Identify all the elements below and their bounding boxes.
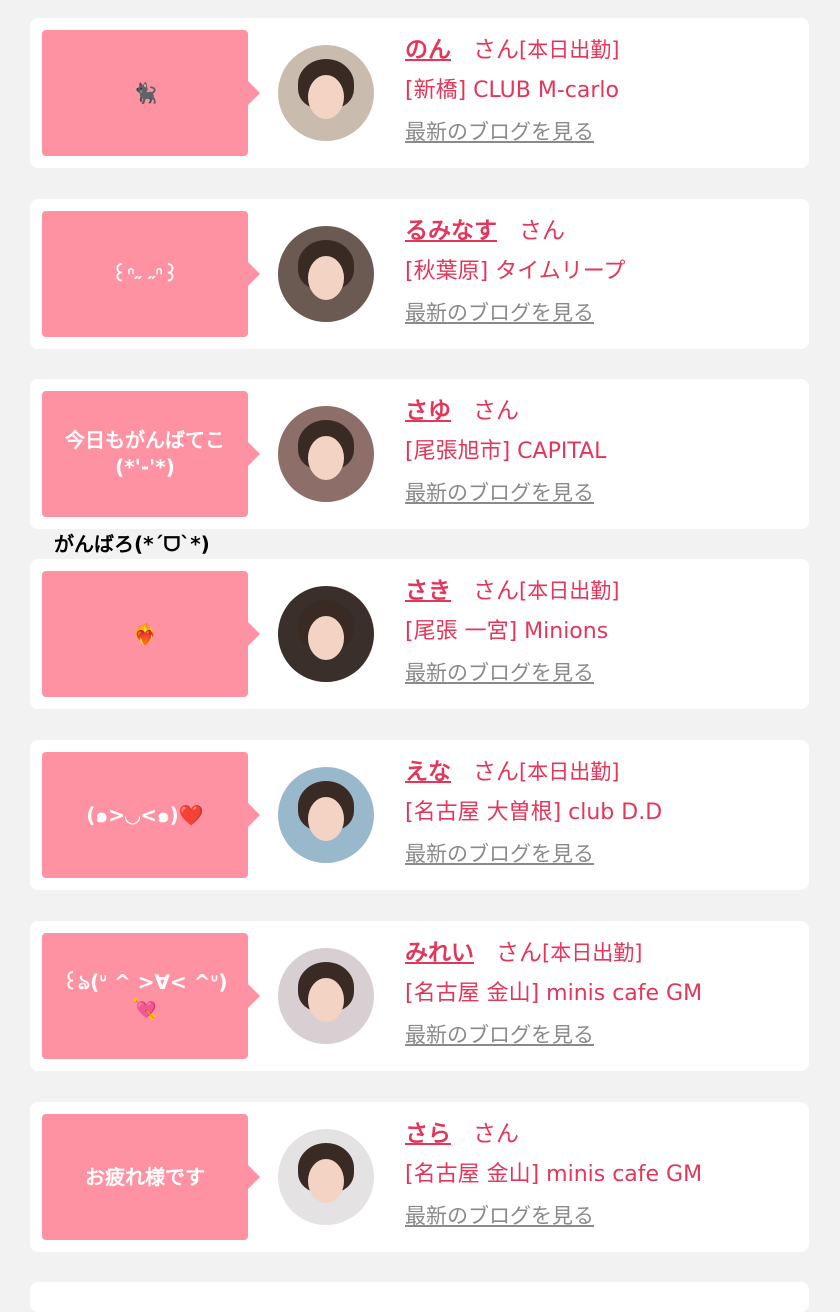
cast-card[interactable]: (๑>◡<๑)❤️ えな さん [本日出勤] [名古屋 大曽根] club D.… [30,740,809,890]
message-bubble: 🐈‍⬛ [42,30,260,156]
avatar[interactable] [278,948,374,1044]
cast-info: るみなす さん [秋葉原] タイムリープ 最新のブログを見る [405,211,805,327]
cast-info: えな さん [本日出勤] [名古屋 大曽根] club D.D 最新のブログを見… [405,752,805,868]
name-line: さゆ さん [405,391,805,427]
cast-name-link[interactable]: るみなす [405,211,497,245]
avatar-face [308,75,344,119]
name-line: えな さん [本日出勤] [405,752,805,788]
cast-name-link[interactable]: さら [405,1114,451,1148]
avatar-face [308,978,344,1022]
latest-blog-link[interactable]: 最新のブログを見る [405,1019,594,1049]
avatar-face [308,256,344,300]
cast-name-link[interactable]: のん [405,30,451,64]
shop-label[interactable]: [秋葉原] タイムリープ [405,253,805,287]
latest-blog-link[interactable]: 最新のブログを見る [405,477,594,507]
latest-blog-link[interactable]: 最新のブログを見る [405,116,594,146]
cast-info: さら さん [名古屋 金山] minis cafe GM 最新のブログを見る [405,1114,805,1230]
shop-label[interactable]: [新橋] CLUB M-carlo [405,72,805,106]
message-bubble: ꒰ঌ(ᐡ ^ >∀< ^ᐡ) 💘 [42,933,260,1059]
honorific-label: さん [496,940,542,966]
name-line: さら さん [405,1114,805,1150]
overflow-message-text: がんばろ(*´ᗜ`*) [54,532,210,556]
avatar-face [308,1159,344,1203]
latest-blog-link[interactable]: 最新のブログを見る [405,297,594,327]
work-status-label: [本日出勤] [542,941,643,965]
cast-card[interactable]: ꒰ঌ(ᐡ ^ >∀< ^ᐡ) 💘 みれい さん [本日出勤] [名古屋 金山] … [30,921,809,1071]
cast-card[interactable]: 今日もがんばてこ (*'-'*) さゆ さん [尾張旭市] CAPITAL 最新… [30,379,809,529]
avatar[interactable] [278,226,374,322]
avatar-face [308,616,344,660]
cast-info: さき さん [本日出勤] [尾張 一宮] Minions 最新のブログを見る [405,571,805,687]
honorific-label: さん [473,398,519,424]
shop-label[interactable]: [尾張 一宮] Minions [405,613,805,647]
cast-name-link[interactable]: さき [405,571,451,605]
shop-label[interactable]: [名古屋 大曽根] club D.D [405,794,805,828]
cast-name-link[interactable]: さゆ [405,391,451,425]
avatar[interactable] [278,1129,374,1225]
latest-blog-link[interactable]: 最新のブログを見る [405,657,594,687]
name-line: のん さん [本日出勤] [405,30,805,66]
cast-info: さゆ さん [尾張旭市] CAPITAL 最新のブログを見る [405,391,805,507]
message-bubble: (๑>◡<๑)❤️ [42,752,260,878]
cast-card[interactable]: ❤️‍🔥 さき さん [本日出勤] [尾張 一宮] Minions 最新のブログ… [30,559,809,709]
avatar[interactable] [278,406,374,502]
cast-name-link[interactable]: えな [405,752,451,786]
shop-label[interactable]: [名古屋 金山] minis cafe GM [405,975,805,1009]
name-line: さき さん [本日出勤] [405,571,805,607]
work-status-label: [本日出勤] [519,579,620,603]
cast-card[interactable]: お疲れ様です さら さん [名古屋 金山] minis cafe GM 最新のブ… [30,1102,809,1252]
shop-label[interactable]: [尾張旭市] CAPITAL [405,433,805,467]
cast-card[interactable]: 🐈‍⬛ のん さん [本日出勤] [新橋] CLUB M-carlo 最新のブロ… [30,18,809,168]
message-bubble: ❤️‍🔥 [42,571,260,697]
message-bubble: お疲れ様です [42,1114,260,1240]
latest-blog-link[interactable]: 最新のブログを見る [405,1200,594,1230]
work-status-label: [本日出勤] [519,38,620,62]
name-line: みれい さん [本日出勤] [405,933,805,969]
work-status-label: [本日出勤] [519,760,620,784]
avatar-face [308,797,344,841]
cast-info: みれい さん [本日出勤] [名古屋 金山] minis cafe GM 最新の… [405,933,805,1049]
avatar[interactable] [278,586,374,682]
honorific-label: さん [473,759,519,785]
next-card-partial [30,1282,809,1312]
honorific-label: さん [519,218,565,244]
shop-label[interactable]: [名古屋 金山] minis cafe GM [405,1156,805,1190]
avatar[interactable] [278,45,374,141]
honorific-label: さん [473,1121,519,1147]
honorific-label: さん [473,578,519,604]
message-bubble: 今日もがんばてこ (*'-'*) [42,391,260,517]
latest-blog-link[interactable]: 最新のブログを見る [405,838,594,868]
name-line: るみなす さん [405,211,805,247]
avatar-face [308,436,344,480]
message-bubble: ꒰ᐢ˶ ˶ᐢ꒱ [42,211,260,337]
honorific-label: さん [473,37,519,63]
cast-card[interactable]: ꒰ᐢ˶ ˶ᐢ꒱ るみなす さん [秋葉原] タイムリープ 最新のブログを見る [30,199,809,349]
cast-name-link[interactable]: みれい [405,933,474,967]
avatar[interactable] [278,767,374,863]
cast-info: のん さん [本日出勤] [新橋] CLUB M-carlo 最新のブログを見る [405,30,805,146]
